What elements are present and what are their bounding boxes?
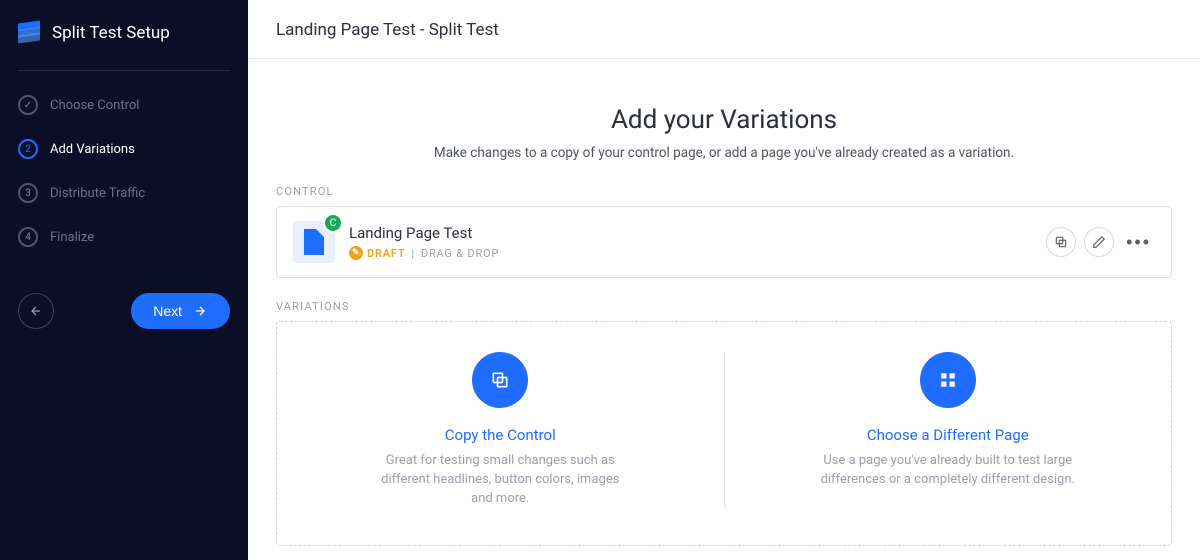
check-icon <box>18 95 38 115</box>
next-button-label: Next <box>153 303 182 319</box>
status-text: DRAFT <box>367 247 405 260</box>
control-section-label: CONTROL <box>276 185 1172 198</box>
topbar: Landing Page Test - Split Test <box>248 0 1200 59</box>
page-icon <box>304 229 324 255</box>
control-card: C Landing Page Test ✎ DRAFT | DRAG & DRO… <box>276 206 1172 278</box>
sidebar-actions: Next <box>0 263 248 329</box>
page-title: Add your Variations <box>276 105 1172 135</box>
divider <box>18 70 230 71</box>
breadcrumb: Landing Page Test - Split Test <box>276 20 1172 40</box>
arrow-right-icon <box>192 304 208 318</box>
copy-control-icon-button[interactable] <box>472 352 528 408</box>
main: Landing Page Test - Split Test Add your … <box>248 0 1200 560</box>
arrow-left-icon <box>29 304 43 318</box>
pencil-icon <box>1092 235 1106 249</box>
page-subtitle: Make changes to a copy of your control p… <box>276 145 1172 161</box>
copy-icon <box>1054 235 1068 249</box>
step-label: Add Variations <box>50 142 135 157</box>
control-meta: Landing Page Test ✎ DRAFT | DRAG & DROP <box>349 224 1032 260</box>
pencil-icon: ✎ <box>349 246 363 260</box>
layers-icon <box>18 22 40 44</box>
separator: | <box>411 247 415 260</box>
builder-type: DRAG & DROP <box>421 247 499 260</box>
step-number-badge: 2 <box>18 139 38 159</box>
step-number-badge: 3 <box>18 183 38 203</box>
choose-page-title: Choose a Different Page <box>765 426 1132 444</box>
variations-section-label: VARIATIONS <box>276 300 1172 313</box>
copy-control-title: Copy the Control <box>317 426 684 444</box>
next-button[interactable]: Next <box>131 293 230 329</box>
choose-page-icon-button[interactable] <box>920 352 976 408</box>
variations-box: Copy the Control Great for testing small… <box>276 321 1172 546</box>
duplicate-button[interactable] <box>1046 227 1076 257</box>
step-distribute-traffic[interactable]: 3 Distribute Traffic <box>0 171 248 215</box>
wizard-steps: Choose Control 2 Add Variations 3 Distri… <box>0 79 248 263</box>
content: Add your Variations Make changes to a co… <box>248 59 1200 546</box>
edit-button[interactable] <box>1084 227 1114 257</box>
more-button[interactable]: ••• <box>1122 232 1155 253</box>
step-finalize[interactable]: 4 Finalize <box>0 215 248 259</box>
sidebar-header: Split Test Setup <box>0 0 248 70</box>
step-label: Distribute Traffic <box>50 186 145 201</box>
control-subtitle: ✎ DRAFT | DRAG & DROP <box>349 246 1032 260</box>
status-badge: ✎ DRAFT <box>349 246 405 260</box>
back-button[interactable] <box>18 293 54 329</box>
grid-icon <box>939 371 957 389</box>
step-label: Finalize <box>50 230 94 245</box>
dots-icon: ••• <box>1126 232 1151 252</box>
step-number-badge: 4 <box>18 227 38 247</box>
control-title: Landing Page Test <box>349 224 1032 242</box>
card-actions: ••• <box>1046 227 1155 257</box>
choose-page-option[interactable]: Choose a Different Page Use a page you'v… <box>725 352 1172 509</box>
choose-page-desc: Use a page you've already built to test … <box>818 452 1078 490</box>
copy-icon <box>490 370 510 390</box>
sidebar-title: Split Test Setup <box>52 23 170 43</box>
step-add-variations[interactable]: 2 Add Variations <box>0 127 248 171</box>
sidebar: Split Test Setup Choose Control 2 Add Va… <box>0 0 248 560</box>
copy-control-option[interactable]: Copy the Control Great for testing small… <box>277 352 724 509</box>
copy-control-desc: Great for testing small changes such as … <box>370 452 630 509</box>
control-badge: C <box>323 213 343 233</box>
page-thumbnail: C <box>293 221 335 263</box>
step-label: Choose Control <box>50 98 139 113</box>
step-choose-control[interactable]: Choose Control <box>0 83 248 127</box>
